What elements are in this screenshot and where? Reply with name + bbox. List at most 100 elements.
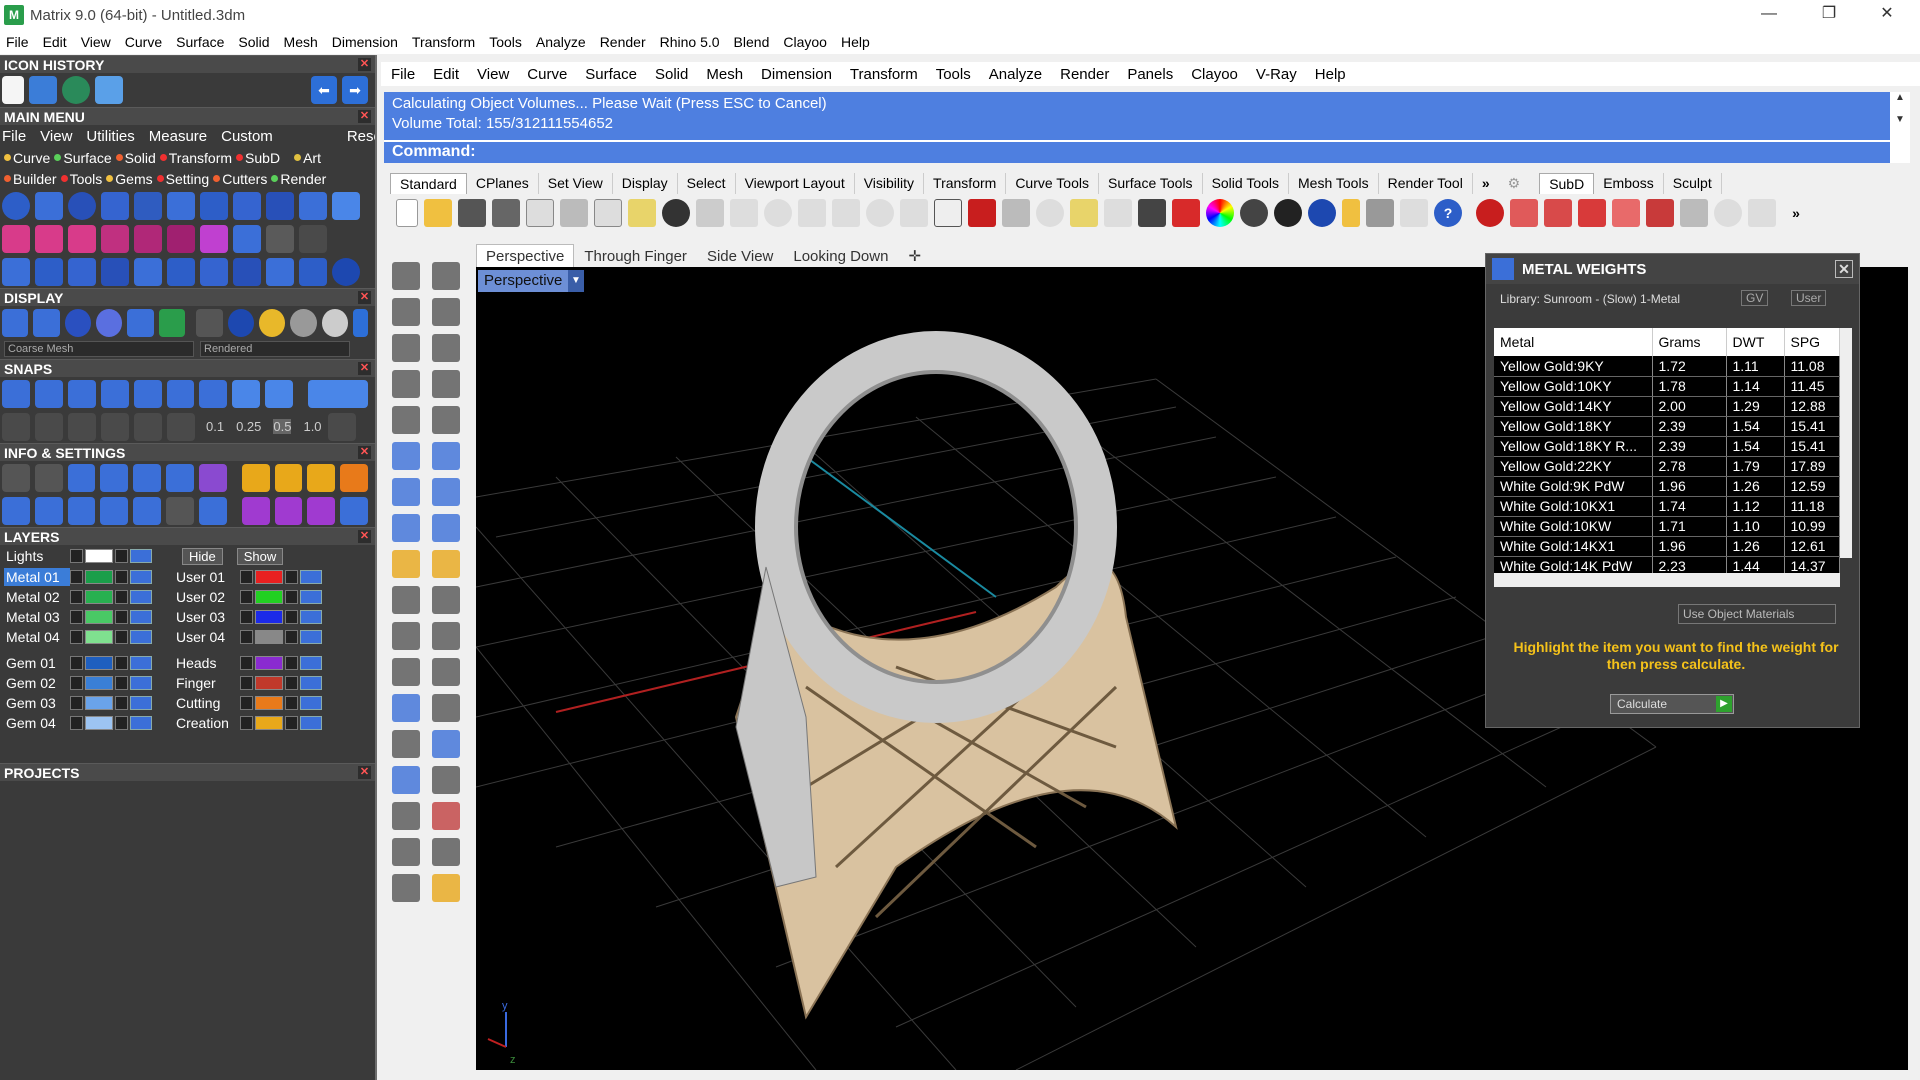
lock-icon[interactable]	[285, 716, 298, 730]
check-icon[interactable]	[233, 224, 261, 253]
tag-render[interactable]: Render	[280, 171, 326, 187]
tab-sculpt[interactable]: Sculpt	[1664, 173, 1722, 194]
mm2-surface[interactable]: Surface	[585, 66, 637, 83]
visibility-toggle[interactable]	[130, 549, 152, 563]
prong-tool-icon[interactable]	[134, 191, 162, 220]
cube-icon[interactable]	[67, 496, 96, 525]
cut-icon[interactable]	[560, 199, 588, 227]
viewtab-perspective[interactable]: Perspective	[476, 244, 575, 267]
visibility-toggle[interactable]	[300, 676, 322, 690]
white-icon[interactable]	[321, 308, 348, 337]
col-metal[interactable]: Metal	[1494, 328, 1653, 356]
minimize-button[interactable]: —	[1740, 0, 1798, 30]
lasso-icon[interactable]	[1342, 199, 1360, 227]
project-icon[interactable]	[101, 412, 129, 441]
print-icon[interactable]	[492, 199, 520, 227]
layer-name[interactable]: Gem 02	[4, 674, 70, 692]
close-icon[interactable]: ✕	[358, 110, 371, 123]
cage-icon[interactable]	[134, 224, 162, 253]
grid-array-icon[interactable]	[392, 802, 420, 830]
dimension-tool-icon[interactable]	[432, 766, 460, 794]
menu-file[interactable]: File	[6, 34, 29, 50]
gold-icon[interactable]	[258, 308, 286, 337]
flow-icon[interactable]	[68, 257, 96, 286]
forward-arrow-icon[interactable]: ➡	[342, 76, 368, 104]
table-row[interactable]: White Gold:10KW 1.71 1.10 10.99	[1494, 516, 1840, 537]
lock-icon[interactable]	[285, 590, 298, 604]
layer-color-swatch[interactable]	[85, 716, 113, 730]
layer-name[interactable]: Creation	[174, 714, 240, 732]
menu-rhino[interactable]: Rhino 5.0	[660, 34, 720, 50]
search-icon[interactable]	[34, 463, 63, 492]
join-icon[interactable]	[392, 622, 420, 650]
mirror-icon[interactable]	[233, 257, 261, 286]
mm2-render[interactable]: Render	[1060, 66, 1109, 83]
menu-curve[interactable]: Curve	[125, 34, 162, 50]
visibility-toggle[interactable]	[300, 630, 322, 644]
visibility-toggle[interactable]	[300, 590, 322, 604]
lock-icon[interactable]	[285, 610, 298, 624]
car-icon[interactable]	[968, 199, 996, 227]
table-row[interactable]: Yellow Gold:22KY 2.78 1.79 17.89	[1494, 456, 1840, 477]
layer-scroll-handle[interactable]	[0, 733, 375, 763]
table-row[interactable]: Yellow Gold:14KY 2.00 1.29 12.88	[1494, 396, 1840, 417]
expand-icon[interactable]	[240, 630, 253, 644]
import-icon[interactable]	[526, 199, 554, 227]
close-button[interactable]: ✕	[1858, 0, 1916, 30]
subd-cube-icon[interactable]	[1578, 199, 1606, 227]
layer-color-swatch[interactable]	[255, 570, 283, 584]
zoom-extents-icon[interactable]	[832, 199, 860, 227]
cen-snap-icon[interactable]	[133, 379, 162, 408]
subd-edit-icon[interactable]	[1510, 199, 1538, 227]
expand-icon[interactable]	[70, 590, 83, 604]
mm2-dimension[interactable]: Dimension	[761, 66, 832, 83]
options-gear-icon[interactable]	[1366, 199, 1394, 227]
lock-icon[interactable]	[285, 630, 298, 644]
expand-icon[interactable]	[240, 716, 253, 730]
tab-viewport-layout[interactable]: Viewport Layout	[736, 173, 855, 194]
display-slider[interactable]	[352, 308, 369, 337]
shank-tool-icon[interactable]	[101, 191, 129, 220]
grid-snap-icon[interactable]	[2, 412, 30, 441]
silver-icon[interactable]	[290, 308, 317, 337]
analysis-icon[interactable]	[432, 802, 460, 830]
menu-view[interactable]: View	[81, 34, 111, 50]
rectangle-icon[interactable]	[432, 370, 460, 398]
tab-select[interactable]: Select	[678, 173, 736, 194]
menu-tools[interactable]: Tools	[489, 34, 522, 50]
mm-custom[interactable]: Custom	[221, 128, 273, 145]
viewport-dropdown-icon[interactable]: ▼	[568, 270, 584, 292]
bend-icon[interactable]	[200, 257, 228, 286]
cylinder-icon[interactable]	[392, 514, 420, 542]
layer-color-swatch[interactable]	[255, 696, 283, 710]
blend-curve-icon[interactable]	[432, 658, 460, 686]
check-tool-icon[interactable]	[432, 838, 460, 866]
visibility-toggle[interactable]	[130, 610, 152, 624]
visibility-toggle[interactable]	[130, 696, 152, 710]
tab-set-view[interactable]: Set View	[539, 173, 613, 194]
mm2-edit[interactable]: Edit	[433, 66, 459, 83]
wireframe-icon[interactable]	[2, 308, 29, 337]
layer-icon[interactable]	[1172, 199, 1200, 227]
tab-visibility[interactable]: Visibility	[855, 173, 925, 194]
tab-cplanes[interactable]: CPlanes	[467, 173, 539, 194]
insert-icon[interactable]	[68, 224, 96, 253]
point-snap-icon[interactable]	[67, 379, 96, 408]
gallery-tool-icon[interactable]	[299, 191, 327, 220]
more-tabs-icon[interactable]: »	[1473, 173, 1499, 194]
layer-name[interactable]: User 01	[174, 568, 240, 586]
polygon-icon[interactable]	[392, 370, 420, 398]
tab-subd[interactable]: SubD	[1539, 173, 1595, 194]
visibility-toggle[interactable]	[300, 656, 322, 670]
show-button[interactable]: Show	[236, 547, 284, 565]
document-icon[interactable]	[133, 463, 162, 492]
planar-icon[interactable]	[68, 412, 96, 441]
polyline-icon[interactable]	[392, 298, 420, 326]
material-editor-icon[interactable]	[198, 463, 227, 492]
subd-convert-icon[interactable]	[1646, 199, 1674, 227]
book-icon[interactable]	[100, 496, 129, 525]
env-icon[interactable]	[227, 308, 254, 337]
visibility-toggle[interactable]	[130, 656, 152, 670]
visibility-toggle[interactable]	[130, 570, 152, 584]
tag-setting[interactable]: Setting	[166, 171, 210, 187]
